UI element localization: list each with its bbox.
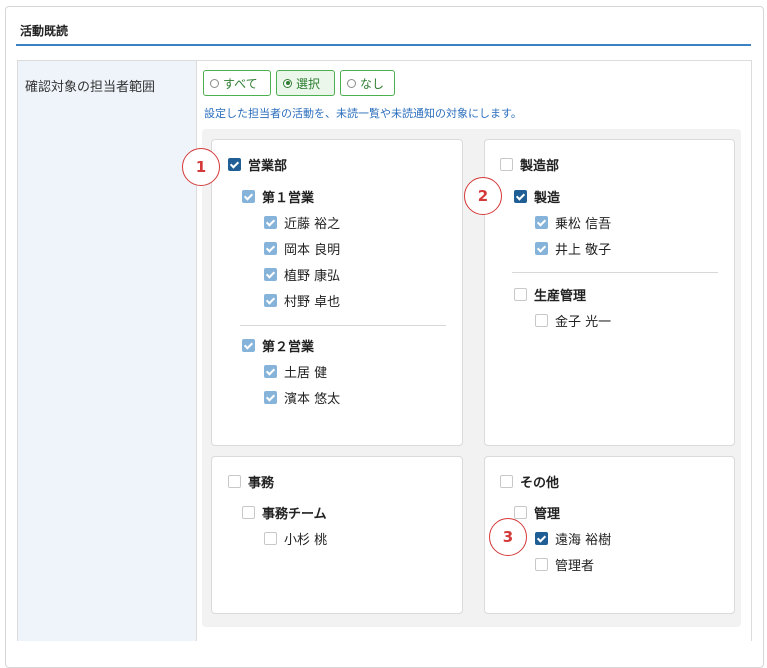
team-label: 事務チーム xyxy=(262,507,327,522)
member-checkbox[interactable]: 井上 敬子 xyxy=(535,239,611,258)
checkbox-checked-icon xyxy=(264,391,277,404)
section-title: 活動既読 xyxy=(20,24,69,38)
member-label: 濱本 悠太 xyxy=(284,392,341,407)
checkbox-checked-icon xyxy=(264,268,277,281)
checkbox-unchecked-icon xyxy=(242,506,255,519)
team-label: 第２営業 xyxy=(262,340,315,355)
team-divider xyxy=(240,325,446,326)
team-label: 第１営業 xyxy=(262,191,315,206)
checkbox-unchecked-icon xyxy=(514,288,527,301)
member-label: 岡本 良明 xyxy=(284,243,341,258)
checkbox-checked-icon xyxy=(264,216,277,229)
member-label: 近藤 裕之 xyxy=(284,217,341,232)
group-checkbox-manufacturing[interactable]: 製造部 xyxy=(500,155,559,174)
checkbox-checked-icon xyxy=(535,242,548,255)
member-label: 遠海 裕樹 xyxy=(555,533,612,548)
radio-icon xyxy=(210,78,219,88)
checkbox-checked-icon xyxy=(514,190,527,203)
checkbox-unchecked-icon xyxy=(514,506,527,519)
radio-selected-icon xyxy=(283,78,292,88)
team-divider xyxy=(512,272,718,273)
member-label: 植野 康弘 xyxy=(284,269,341,284)
checkbox-checked-icon xyxy=(264,294,277,307)
radio-none[interactable]: なし xyxy=(340,70,395,96)
annotation-marker-3: 3 xyxy=(489,518,527,556)
checkbox-unchecked-icon xyxy=(500,475,513,488)
setting-label: 確認対象の担当者範囲 xyxy=(25,80,156,95)
section-divider xyxy=(16,44,751,46)
member-label: 村野 卓也 xyxy=(284,295,341,310)
team-checkbox[interactable]: 生産管理 xyxy=(514,285,586,304)
member-checkbox[interactable]: 金子 光一 xyxy=(535,311,611,330)
setting-label-cell: 確認対象の担当者範囲 xyxy=(18,61,197,641)
member-checkbox[interactable]: 小杉 桃 xyxy=(264,529,327,548)
radio-none-label: なし xyxy=(360,76,385,91)
checkbox-checked-icon xyxy=(242,190,255,203)
member-checkbox[interactable]: 遠海 裕樹 xyxy=(535,529,611,548)
team-checkbox[interactable]: 製造 xyxy=(514,187,560,206)
group-label: 製造部 xyxy=(520,159,560,174)
radio-all-label: すべて xyxy=(223,76,258,91)
annotation-marker-1: 1 xyxy=(182,148,220,186)
member-label: 小杉 桃 xyxy=(284,533,328,548)
checkbox-checked-icon xyxy=(242,339,255,352)
team-checkbox[interactable]: 管理 xyxy=(514,503,560,522)
radio-select-label: 選択 xyxy=(296,76,321,91)
checkbox-unchecked-icon xyxy=(228,475,241,488)
team-label: 製造 xyxy=(534,191,561,206)
member-checkbox[interactable]: 乗松 信吾 xyxy=(535,213,611,232)
member-checkbox[interactable]: 植野 康弘 xyxy=(264,265,340,284)
team-checkbox[interactable]: 事務チーム xyxy=(242,503,327,522)
member-label: 乗松 信吾 xyxy=(555,217,612,232)
member-label: 管理者 xyxy=(555,559,595,574)
checkbox-checked-icon xyxy=(264,365,277,378)
checkbox-checked-icon xyxy=(535,532,548,545)
team-label: 生産管理 xyxy=(534,289,587,304)
team-checkbox[interactable]: 第１営業 xyxy=(242,187,314,206)
group-checkbox-other[interactable]: その他 xyxy=(500,472,559,491)
checkbox-checked-icon xyxy=(228,158,241,171)
member-label: 井上 敬子 xyxy=(555,243,612,258)
member-checkbox[interactable]: 土居 健 xyxy=(264,362,327,381)
team-label: 管理 xyxy=(534,507,561,522)
group-label: 営業部 xyxy=(248,159,288,174)
member-checkbox[interactable]: 管理者 xyxy=(535,555,594,574)
checkbox-unchecked-icon xyxy=(264,532,277,545)
checkbox-unchecked-icon xyxy=(535,314,548,327)
radio-icon xyxy=(347,78,356,88)
radio-all[interactable]: すべて xyxy=(203,70,271,96)
group-checkbox-sales[interactable]: 営業部 xyxy=(228,155,287,174)
checkbox-unchecked-icon xyxy=(500,158,513,171)
member-label: 土居 健 xyxy=(284,366,328,381)
team-checkbox[interactable]: 第２営業 xyxy=(242,336,314,355)
checkbox-unchecked-icon xyxy=(535,558,548,571)
checkbox-checked-icon xyxy=(535,216,548,229)
member-checkbox[interactable]: 濱本 悠太 xyxy=(264,388,340,407)
checkbox-checked-icon xyxy=(264,242,277,255)
member-label: 金子 光一 xyxy=(555,315,612,330)
member-checkbox[interactable]: 近藤 裕之 xyxy=(264,213,340,232)
group-checkbox-office[interactable]: 事務 xyxy=(228,472,274,491)
help-text: 設定した担当者の活動を、未読一覧や未読通知の対象にします。 xyxy=(204,107,522,120)
group-label: その他 xyxy=(520,476,560,491)
annotation-marker-2: 2 xyxy=(464,177,502,215)
member-checkbox[interactable]: 村野 卓也 xyxy=(264,291,340,310)
group-label: 事務 xyxy=(248,476,275,491)
radio-select[interactable]: 選択 xyxy=(276,70,335,96)
member-checkbox[interactable]: 岡本 良明 xyxy=(264,239,340,258)
